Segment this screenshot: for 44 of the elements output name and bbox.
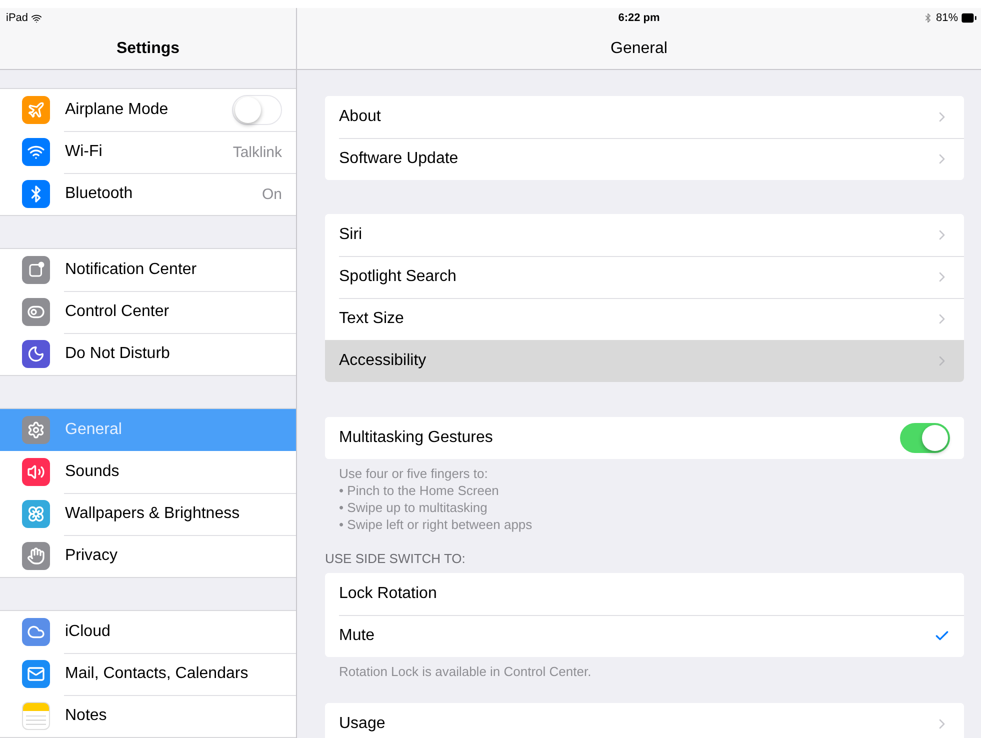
sidebar-label: Sounds <box>65 463 120 481</box>
row-label: Text Size <box>339 310 405 328</box>
footer-note: • Swipe left or right between apps <box>339 516 534 533</box>
row-label: Accessibility <box>339 352 428 370</box>
settings-row[interactable]: Mute <box>325 615 964 657</box>
row-label: About <box>339 108 382 126</box>
row-label: Mute <box>339 627 376 645</box>
section-header: USE SIDE SWITCH TO: <box>325 551 466 568</box>
sidebar-label: Airplane Mode <box>65 101 170 119</box>
row-label: Lock Rotation <box>339 585 438 603</box>
footer-note: Rotation Lock is available in Control Center. <box>339 663 592 680</box>
sidebar-label: Wi-Fi <box>65 143 104 161</box>
sidebar-label: Notification Center <box>65 261 198 279</box>
settings-row[interactable]: Accessibility <box>325 340 964 382</box>
settings-row[interactable]: Multitasking Gestures <box>325 417 964 459</box>
sidebar-label: Privacy <box>65 547 118 565</box>
sidebar-label: Mail, Contacts, Calendars <box>65 665 250 683</box>
sidebar-label: Do Not Disturb <box>65 345 171 363</box>
row-label: Spotlight Search <box>339 268 458 286</box>
carrier-label: iPad <box>6 12 28 24</box>
row-label: Multitasking Gestures <box>339 429 494 447</box>
sidebar-label: Bluetooth <box>65 185 134 203</box>
wifi-icon <box>31 12 42 24</box>
row-label: Siri <box>339 226 364 244</box>
sidebar-label: iCloud <box>65 623 112 641</box>
bluetooth-icon <box>922 13 933 23</box>
clock-time: 6:22 pm <box>618 12 660 24</box>
sidebar-label: General <box>65 421 123 439</box>
row-label: Usage <box>339 715 386 733</box>
nav-title: General <box>610 40 668 58</box>
setting-value: On <box>262 186 282 202</box>
sidebar-label: Notes <box>65 707 108 725</box>
toggle-switch[interactable] <box>900 423 950 453</box>
row-label: Software Update <box>339 150 460 168</box>
sidebar-label: Control Center <box>65 303 170 321</box>
settings-row[interactable]: Software Update <box>325 138 964 180</box>
sidebar-label: Wallpapers & Brightness <box>65 505 241 523</box>
footer-note: Use four or five fingers to: <box>339 465 489 482</box>
footer-note: • Pinch to the Home Screen <box>339 482 500 499</box>
toggle-switch[interactable] <box>232 95 282 125</box>
nav-title: Settings <box>116 40 180 58</box>
setting-value: Talklink <box>232 144 282 160</box>
footer-note: • Swipe up to multitasking <box>339 499 488 516</box>
battery-percent: 81% <box>936 12 958 24</box>
